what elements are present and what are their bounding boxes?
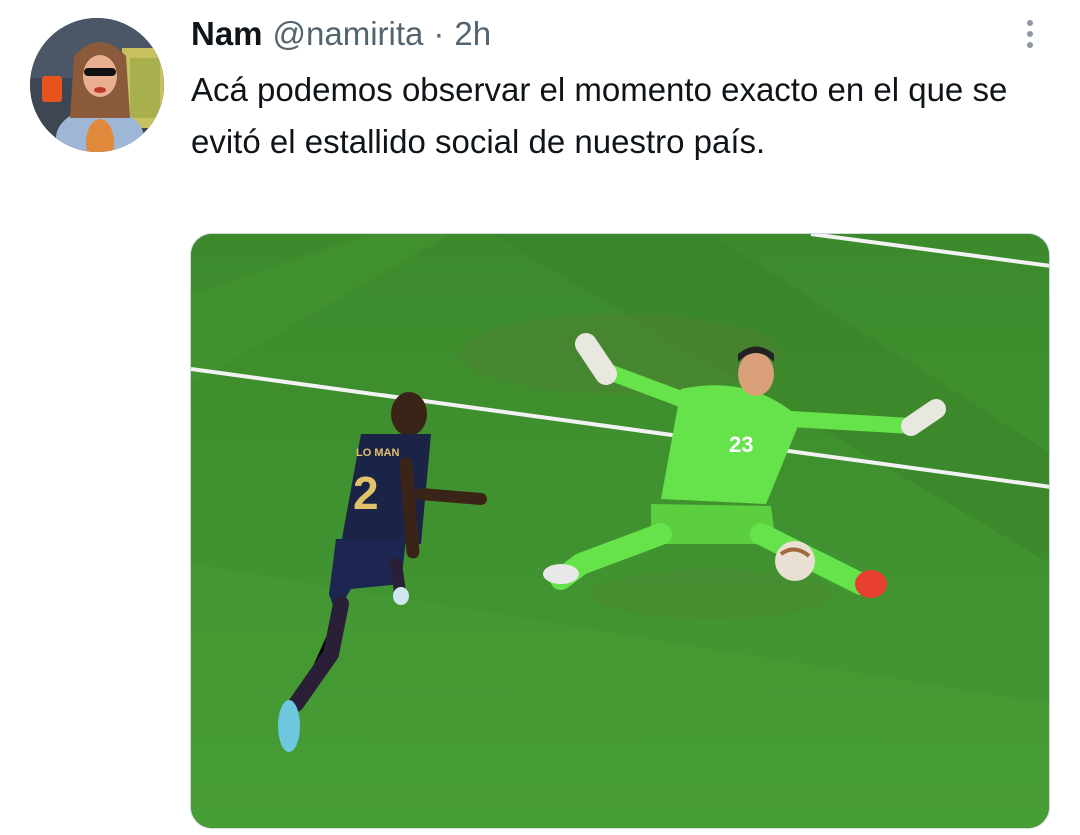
avatar[interactable]: [30, 18, 164, 152]
tweet-header: Nam @namirita · 2h: [191, 12, 491, 56]
ball: [775, 541, 815, 581]
soccer-photo: 23 2 LO MAN: [191, 234, 1049, 828]
author-name[interactable]: Nam: [191, 15, 263, 53]
keeper-number: 23: [729, 432, 753, 457]
tweet[interactable]: Nam @namirita · 2h Acá podemos observar …: [0, 0, 1080, 835]
tweet-text: Acá podemos observar el momento exacto e…: [191, 71, 1008, 160]
author-handle[interactable]: @namirita: [273, 15, 424, 53]
separator-dot: ·: [433, 15, 445, 52]
player-name-on-jersey: LO MAN: [356, 447, 399, 459]
timestamp[interactable]: 2h: [454, 15, 491, 53]
more-vertical-icon[interactable]: [1016, 12, 1044, 56]
player-number: 2: [353, 467, 379, 519]
tweet-media-photo[interactable]: 23 2 LO MAN: [190, 233, 1050, 829]
avatar-image: [30, 18, 164, 152]
